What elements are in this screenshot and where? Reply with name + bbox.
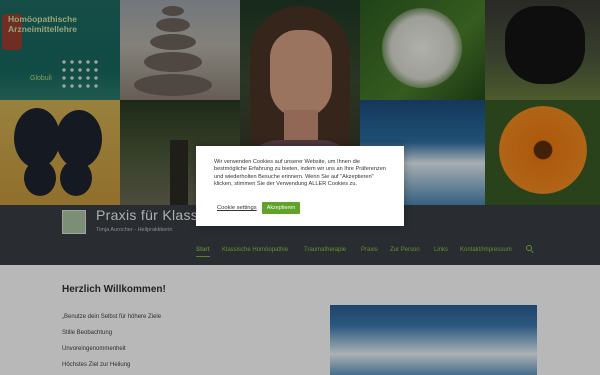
cookie-consent-dialog: Wir verwenden Cookies auf unserer Websit… <box>196 146 404 226</box>
accept-cookies-button[interactable]: Akzeptieren <box>262 202 300 214</box>
cookie-settings-link[interactable]: Cookie settings <box>217 205 257 211</box>
cookie-message: Wir verwenden Cookies auf unserer Websit… <box>214 159 386 187</box>
